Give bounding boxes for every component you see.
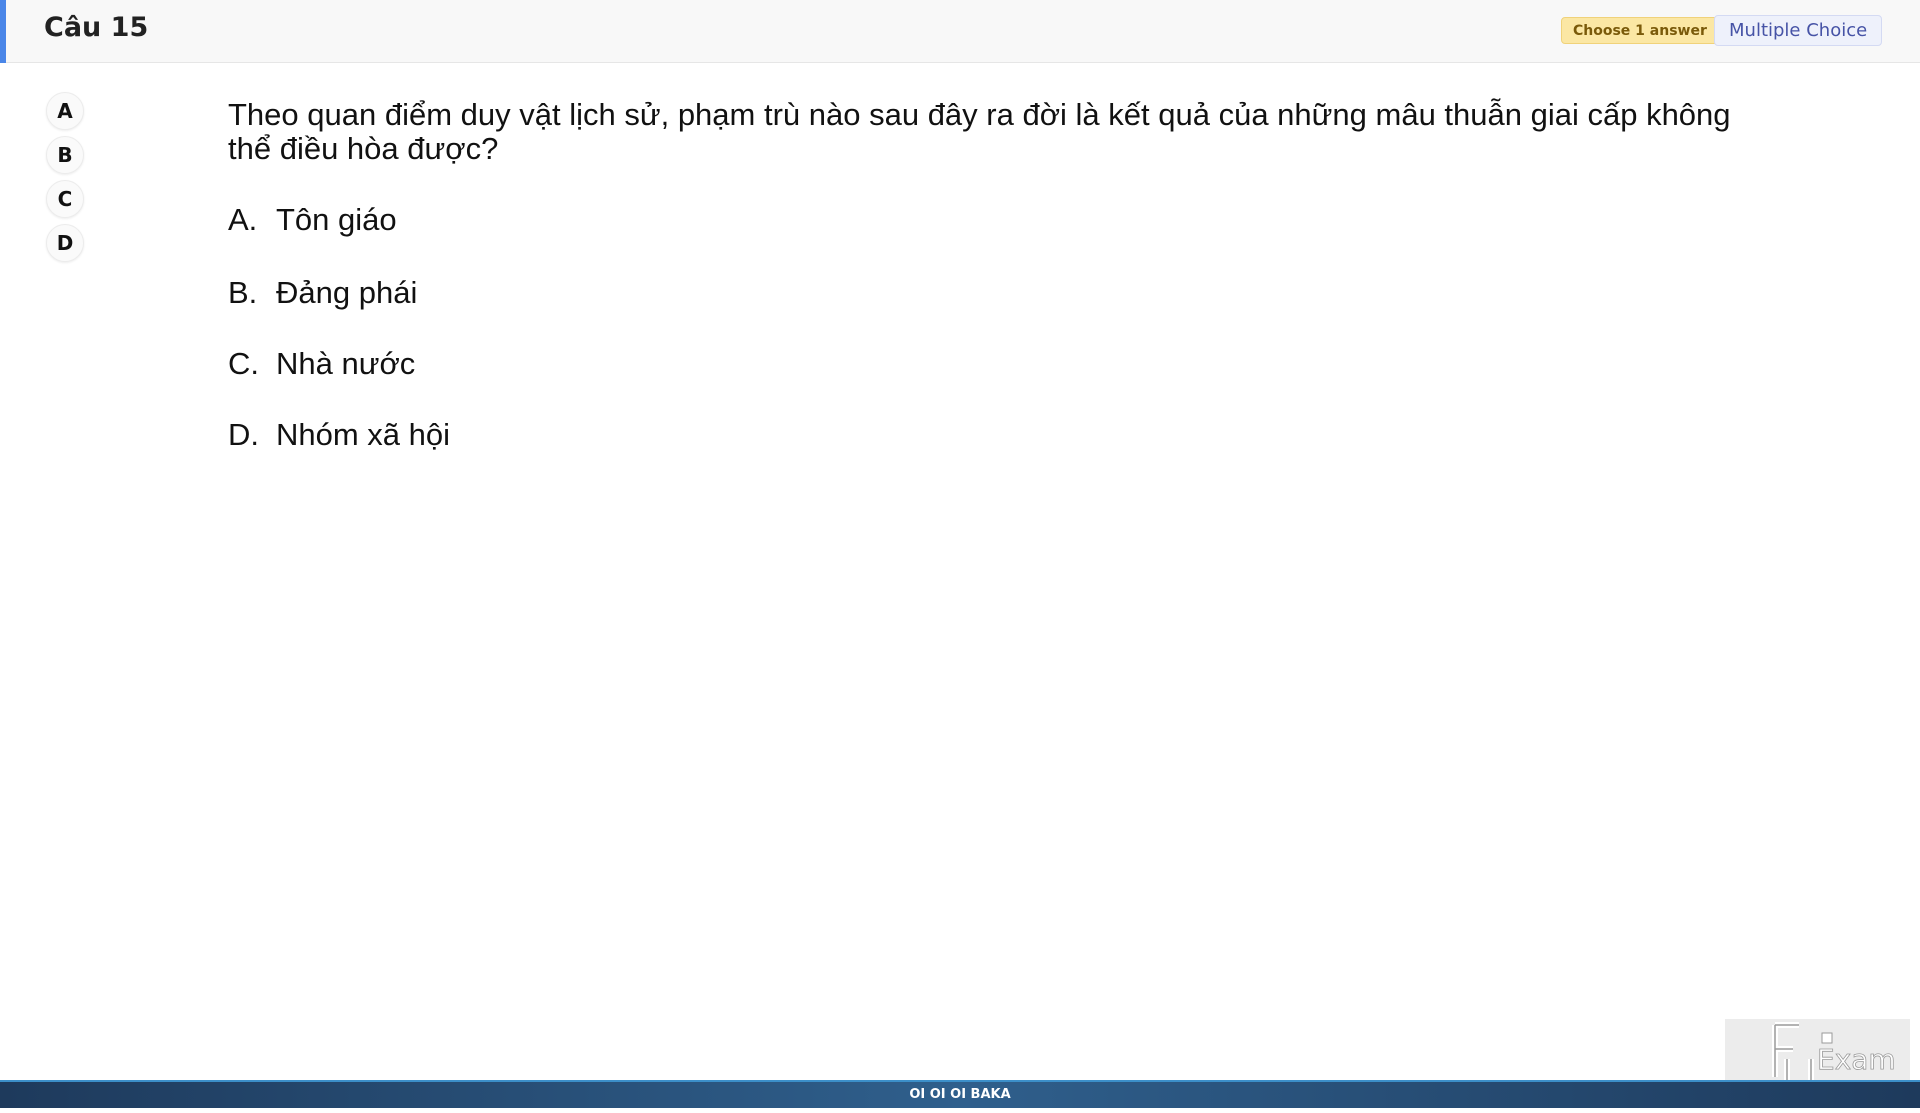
question-header: Câu 15 Choose 1 answer Multiple Choice xyxy=(0,0,1920,63)
answer-button-group: A B C D xyxy=(46,92,84,268)
header-accent-bar xyxy=(0,0,6,63)
option-letter: B. xyxy=(228,275,258,310)
option-c: C. Nhà nước xyxy=(228,346,415,382)
answer-button-d[interactable]: D xyxy=(46,224,84,262)
option-letter: D. xyxy=(228,417,259,452)
option-d: D. Nhóm xã hội xyxy=(228,417,450,453)
svg-text:Exam: Exam xyxy=(1817,1043,1896,1076)
option-text: Tôn giáo xyxy=(276,202,397,237)
question-text: Theo quan điểm duy vật lịch sử, phạm trù… xyxy=(228,97,1731,166)
option-letter: A. xyxy=(228,202,258,237)
option-b: B. Đảng phái xyxy=(228,275,417,311)
option-text: Nhà nước xyxy=(276,346,416,381)
option-text: Nhóm xã hội xyxy=(276,417,451,452)
footer-bar: OI OI OI BAKA xyxy=(0,1080,1920,1108)
answer-button-c[interactable]: C xyxy=(46,180,84,218)
option-text: Đảng phái xyxy=(276,275,418,310)
question-number: Câu 15 xyxy=(44,12,149,43)
answer-button-a[interactable]: A xyxy=(46,92,84,130)
answer-button-b[interactable]: B xyxy=(46,136,84,174)
option-letter: C. xyxy=(228,346,259,381)
footer-text: OI OI OI BAKA xyxy=(909,1087,1011,1102)
option-a: A. Tôn giáo xyxy=(228,202,397,238)
question-type-badge: Multiple Choice xyxy=(1714,15,1883,46)
choose-count-badge: Choose 1 answer xyxy=(1561,17,1719,44)
